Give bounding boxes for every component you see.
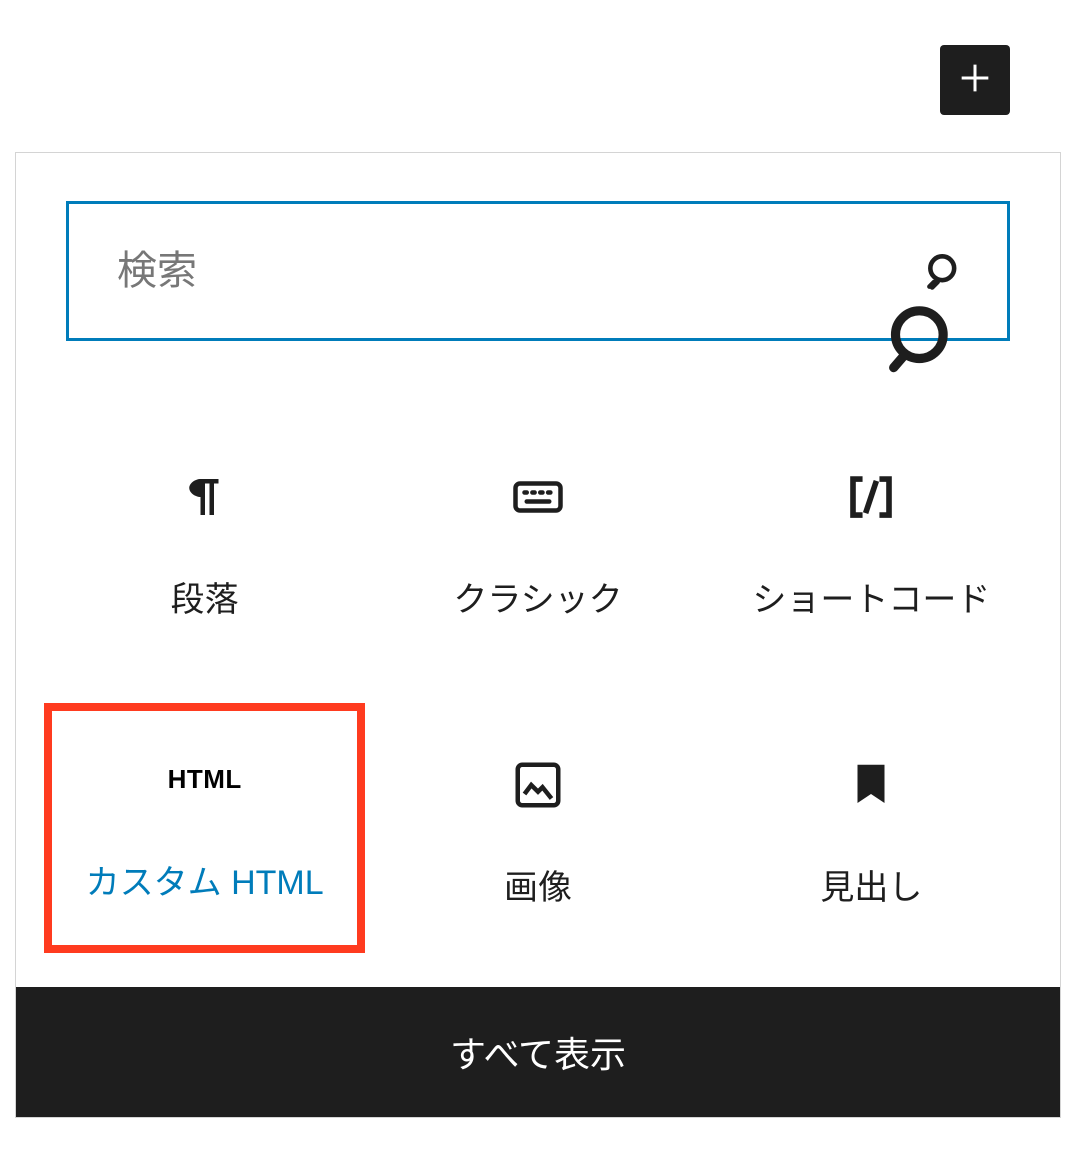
block-heading[interactable]: 見出し <box>705 689 1038 977</box>
block-label: カスタム HTML <box>86 855 324 904</box>
block-label: ショートコード <box>752 572 990 621</box>
shortcode-icon <box>844 470 898 524</box>
bookmark-icon <box>844 758 898 812</box>
block-label: クラシック <box>453 572 622 621</box>
image-icon <box>511 758 565 812</box>
search-input[interactable] <box>117 249 923 294</box>
search-box[interactable] <box>66 201 1010 341</box>
block-label: 画像 <box>504 860 572 909</box>
html-icon: HTML <box>168 753 242 807</box>
block-label: 段落 <box>171 572 239 621</box>
block-grid: 段落 クラシック ショートコード HTML カスタム HTM <box>16 341 1060 987</box>
block-custom-html[interactable]: HTML カスタム HTML <box>44 703 365 953</box>
add-block-button[interactable] <box>940 45 1010 115</box>
block-shortcode[interactable]: ショートコード <box>705 401 1038 689</box>
block-image[interactable]: 画像 <box>371 689 704 977</box>
keyboard-icon <box>511 470 565 524</box>
plus-icon <box>955 58 995 103</box>
block-label: 見出し <box>820 860 922 909</box>
block-inserter-popover: 段落 クラシック ショートコード HTML カスタム HTM <box>15 152 1061 1118</box>
show-all-label: すべて表示 <box>450 1026 626 1078</box>
block-classic[interactable]: クラシック <box>371 401 704 689</box>
block-paragraph[interactable]: 段落 <box>38 401 371 689</box>
search-icon <box>923 249 967 293</box>
show-all-button[interactable]: すべて表示 <box>16 987 1060 1117</box>
paragraph-icon <box>178 470 232 524</box>
search-container <box>16 153 1060 341</box>
